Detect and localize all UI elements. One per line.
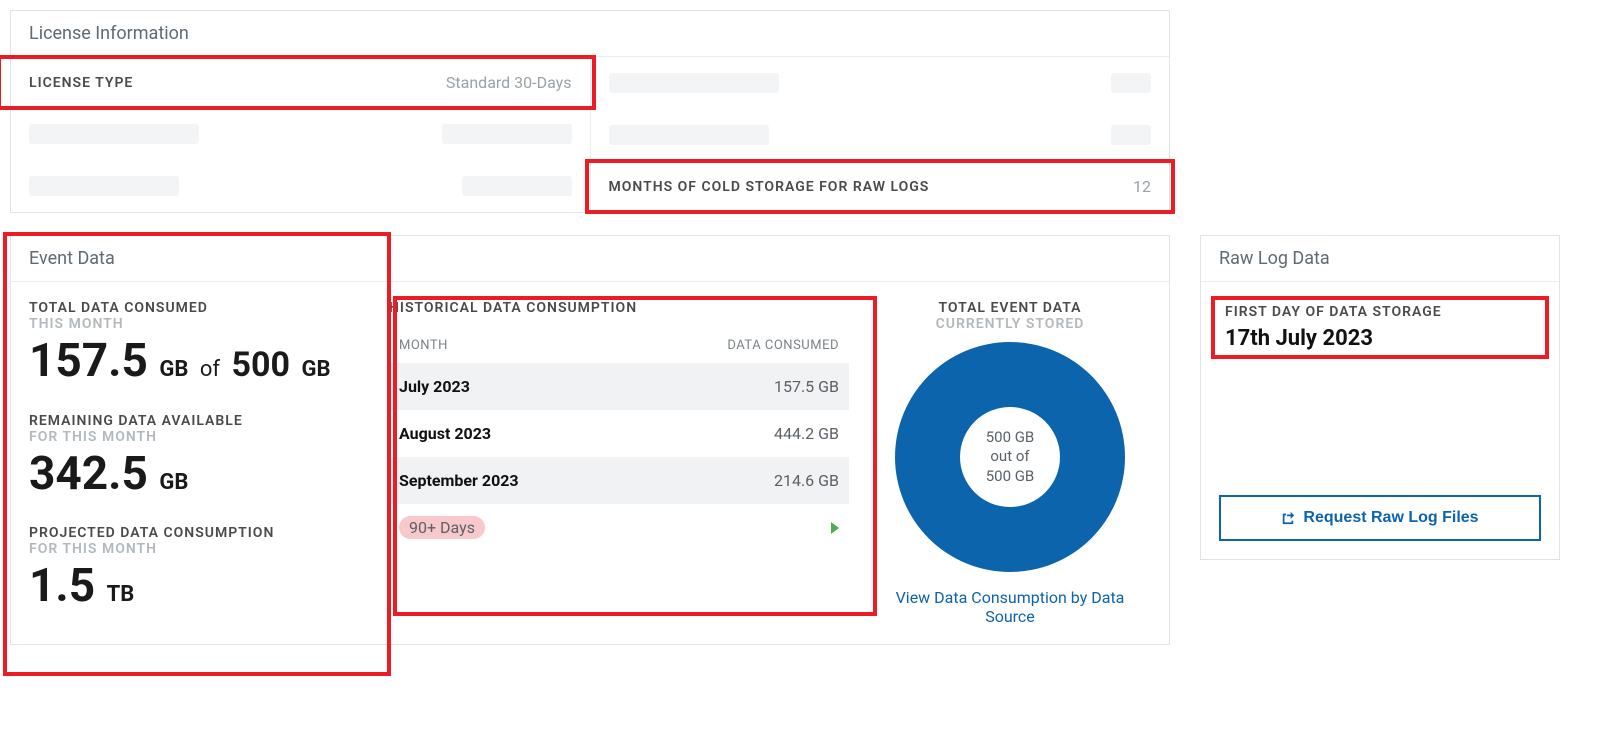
license-right-redacted-1 bbox=[591, 57, 1170, 109]
hist-col-month: MONTH bbox=[399, 338, 448, 353]
historical-more-row[interactable]: 90+ Days bbox=[389, 504, 849, 543]
donut-center: 500 GB out of 500 GB bbox=[960, 407, 1060, 507]
currently-stored-label: CURRENTLY STORED bbox=[936, 316, 1085, 332]
remaining-number: 342.5 bbox=[29, 447, 148, 501]
total-cap-number: 500 bbox=[231, 345, 290, 385]
hist-consumed: 157.5 GB bbox=[774, 377, 839, 396]
projected-value: 1.5 TB bbox=[29, 561, 369, 612]
cold-storage-row: MONTHS OF COLD STORAGE FOR RAW LOGS 12 bbox=[591, 161, 1170, 212]
hist-month: August 2023 bbox=[399, 424, 491, 443]
license-body: LICENSE TYPE Standard 30-Days MO bbox=[11, 57, 1169, 212]
total-consumed-sublabel: THIS MONTH bbox=[29, 316, 369, 332]
total-consumed-label: TOTAL DATA CONSUMED bbox=[29, 300, 369, 316]
historical-title: HISTORICAL DATA CONSUMPTION bbox=[389, 300, 849, 316]
total-consumed-value: 157.5 GB of 500 GB bbox=[29, 336, 369, 387]
license-type-row: LICENSE TYPE Standard 30-Days bbox=[11, 57, 590, 108]
total-consumed-block: TOTAL DATA CONSUMED THIS MONTH 157.5 GB … bbox=[29, 300, 369, 387]
donut-column: TOTAL EVENT DATA CURRENTLY STORED 500 GB… bbox=[869, 300, 1151, 626]
hist-consumed: 444.2 GB bbox=[774, 424, 839, 443]
total-consumed-unit: GB bbox=[159, 357, 188, 382]
table-row: September 2023 214.6 GB bbox=[389, 457, 849, 504]
historical-column: HISTORICAL DATA CONSUMPTION MONTH DATA C… bbox=[389, 300, 849, 626]
hist-month: July 2023 bbox=[399, 377, 470, 396]
hist-col-consumed: DATA CONSUMED bbox=[727, 338, 839, 353]
view-consumption-link[interactable]: View Data Consumption by Data Source bbox=[869, 588, 1151, 626]
projected-unit: TB bbox=[107, 582, 135, 607]
projected-sublabel: FOR THIS MONTH bbox=[29, 541, 369, 557]
remaining-label: REMAINING DATA AVAILABLE bbox=[29, 413, 369, 429]
of-word: of bbox=[200, 357, 220, 382]
hist-month: September 2023 bbox=[399, 471, 519, 490]
table-row: August 2023 444.2 GB bbox=[389, 410, 849, 457]
raw-log-data-card: Raw Log Data FIRST DAY OF DATA STORAGE 1… bbox=[1200, 235, 1560, 560]
total-event-label: TOTAL EVENT DATA bbox=[936, 300, 1085, 316]
cold-storage-label: MONTHS OF COLD STORAGE FOR RAW LOGS bbox=[609, 179, 930, 195]
total-consumed-number: 157.5 bbox=[29, 334, 148, 388]
projected-label: PROJECTED DATA CONSUMPTION bbox=[29, 525, 369, 541]
total-cap-unit: GB bbox=[301, 357, 330, 382]
projected-block: PROJECTED DATA CONSUMPTION FOR THIS MONT… bbox=[29, 525, 369, 612]
license-type-value: Standard 30-Days bbox=[446, 73, 572, 92]
license-right-redacted-2 bbox=[591, 109, 1170, 161]
historical-header: MONTH DATA CONSUMED bbox=[389, 332, 849, 363]
first-day-block: FIRST DAY OF DATA STORAGE 17th July 2023 bbox=[1219, 300, 1541, 355]
share-icon bbox=[1281, 511, 1295, 525]
remaining-value: 342.5 GB bbox=[29, 449, 369, 500]
license-type-label: LICENSE TYPE bbox=[29, 75, 133, 91]
remaining-block: REMAINING DATA AVAILABLE FOR THIS MONTH … bbox=[29, 413, 369, 500]
historical-more-label: 90+ Days bbox=[399, 516, 485, 539]
donut-bot: 500 GB bbox=[986, 467, 1035, 487]
donut-chart: 500 GB out of 500 GB bbox=[895, 342, 1125, 572]
cold-storage-value: 12 bbox=[1133, 177, 1151, 196]
remaining-unit: GB bbox=[159, 470, 188, 495]
license-information-card: License Information LICENSE TYPE Standar… bbox=[10, 10, 1170, 213]
license-redacted-row-2 bbox=[11, 160, 590, 212]
projected-number: 1.5 bbox=[29, 559, 95, 613]
hist-consumed: 214.6 GB bbox=[774, 471, 839, 490]
table-row: July 2023 157.5 GB bbox=[389, 363, 849, 410]
donut-title-block: TOTAL EVENT DATA CURRENTLY STORED bbox=[936, 300, 1085, 332]
first-day-value: 17th July 2023 bbox=[1225, 326, 1535, 351]
remaining-sublabel: FOR THIS MONTH bbox=[29, 429, 369, 445]
expand-icon bbox=[831, 522, 839, 534]
event-metrics-column: TOTAL DATA CONSUMED THIS MONTH 157.5 GB … bbox=[29, 300, 369, 626]
request-raw-logs-button[interactable]: Request Raw Log Files bbox=[1219, 495, 1541, 541]
request-raw-logs-label: Request Raw Log Files bbox=[1303, 509, 1478, 527]
donut-top: 500 GB bbox=[986, 428, 1035, 448]
donut-mid: out of bbox=[990, 447, 1029, 467]
license-card-title: License Information bbox=[11, 11, 1169, 57]
event-card-title: Event Data bbox=[11, 236, 1169, 282]
license-redacted-row-1 bbox=[11, 108, 590, 160]
first-day-label: FIRST DAY OF DATA STORAGE bbox=[1225, 304, 1535, 320]
rawlog-card-title: Raw Log Data bbox=[1201, 236, 1559, 282]
event-data-card: Event Data TOTAL DATA CONSUMED THIS MONT… bbox=[10, 235, 1170, 645]
